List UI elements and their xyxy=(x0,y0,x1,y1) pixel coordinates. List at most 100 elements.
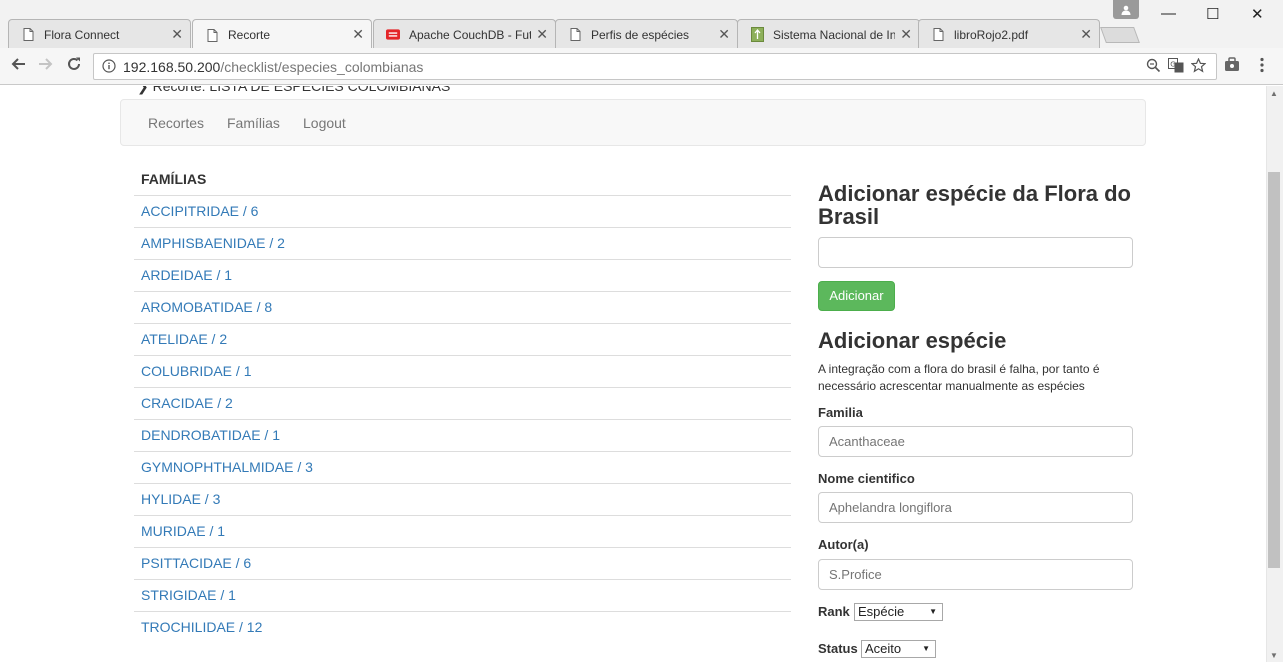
family-link[interactable]: PSITTACIDAE / 6 xyxy=(141,555,251,571)
autor-field[interactable] xyxy=(818,559,1133,590)
list-item: AMPHISBAENIDAE / 2 xyxy=(134,227,791,259)
page-content: ❯ Recorte: LISTA DE ESPÉCIES COLOMBIANAS… xyxy=(0,86,1266,662)
url-host: 192.168.50.200 xyxy=(123,59,221,75)
family-link[interactable]: MURIDAE / 1 xyxy=(141,523,225,539)
family-link[interactable]: AROMOBATIDAE / 8 xyxy=(141,299,272,315)
autor-label: Autor(a) xyxy=(818,537,869,552)
scroll-down-icon[interactable]: ▼ xyxy=(1270,651,1278,660)
nav-logout[interactable]: Logout xyxy=(303,115,346,131)
list-item: AROMOBATIDAE / 8 xyxy=(134,291,791,323)
tab-perfis[interactable]: Perfis de espécies ✕ xyxy=(555,19,738,49)
url-text: 192.168.50.200/checklist/especies_colomb… xyxy=(123,59,423,75)
rank-value: Espécie xyxy=(858,604,905,619)
address-bar[interactable]: 192.168.50.200/checklist/especies_colomb… xyxy=(93,53,1217,80)
close-tab-icon[interactable]: ✕ xyxy=(352,27,364,41)
flora-form-title: Adicionar espécie da Flora do Brasil xyxy=(818,181,1131,229)
family-link[interactable]: ATELIDAE / 2 xyxy=(141,331,227,347)
browser-toolbar: 192.168.50.200/checklist/especies_colomb… xyxy=(0,48,1283,85)
family-link[interactable]: STRIGIDAE / 1 xyxy=(141,587,236,603)
families-list: ACCIPITRIDAE / 6 AMPHISBAENIDAE / 2 ARDE… xyxy=(134,195,791,643)
maximize-icon[interactable]: ☐ xyxy=(1206,5,1219,23)
back-icon[interactable] xyxy=(10,56,26,75)
tab-sistema-nacional[interactable]: Sistema Nacional de In ✕ xyxy=(737,19,920,49)
close-tab-icon[interactable]: ✕ xyxy=(536,27,548,41)
flora-search-input[interactable] xyxy=(818,237,1133,268)
dropdown-arrow-icon: ▼ xyxy=(929,607,937,616)
family-link[interactable]: ACCIPITRIDAE / 6 xyxy=(141,203,258,219)
tab-title: Perfis de espécies xyxy=(591,27,690,42)
nome-label: Nome cientifico xyxy=(818,471,915,486)
tab-flora-connect[interactable]: Flora Connect ✕ xyxy=(8,19,191,49)
close-tab-icon[interactable]: ✕ xyxy=(718,27,730,41)
family-link[interactable]: CRACIDAE / 2 xyxy=(141,395,233,411)
bookmark-star-icon[interactable] xyxy=(1190,57,1207,76)
tab-title: Recorte xyxy=(228,28,271,42)
familia-field[interactable] xyxy=(818,426,1133,457)
zoom-icon[interactable] xyxy=(1146,58,1161,76)
tab-recorte[interactable]: Recorte ✕ xyxy=(192,19,372,50)
new-tab-button[interactable] xyxy=(1100,27,1140,43)
list-item: DENDROBATIDAE / 1 xyxy=(134,419,791,451)
navbar: Recortes Famílias Logout xyxy=(120,99,1146,146)
close-tab-icon[interactable]: ✕ xyxy=(1080,27,1092,41)
list-item: COLUBRIDAE / 1 xyxy=(134,355,791,387)
list-item: HYLIDAE / 3 xyxy=(134,483,791,515)
sinia-icon xyxy=(750,27,764,42)
reload-icon[interactable] xyxy=(66,56,82,75)
familia-label: Familia xyxy=(818,405,863,420)
status-select[interactable]: Aceito ▼ xyxy=(861,640,936,658)
list-item: CRACIDAE / 2 xyxy=(134,387,791,419)
close-window-icon[interactable]: ✕ xyxy=(1251,5,1264,23)
family-link[interactable]: TROCHILIDAE / 12 xyxy=(141,619,262,635)
status-value: Aceito xyxy=(865,641,902,656)
family-link[interactable]: HYLIDAE / 3 xyxy=(141,491,220,507)
tab-title: Sistema Nacional de In xyxy=(773,27,895,42)
info-icon[interactable] xyxy=(102,59,116,76)
tab-couchdb[interactable]: Apache CouchDB - Fut ✕ xyxy=(373,19,556,49)
list-item: ARDEIDAE / 1 xyxy=(134,259,791,291)
rank-label: Rank xyxy=(818,604,850,619)
family-link[interactable]: DENDROBATIDAE / 1 xyxy=(141,427,280,443)
rank-select[interactable]: Espécie ▼ xyxy=(854,603,943,621)
translate-icon[interactable]: G xyxy=(1168,58,1184,76)
close-tab-icon[interactable]: ✕ xyxy=(171,27,183,41)
nome-cientifico-field[interactable] xyxy=(818,492,1133,523)
url-path: /checklist/especies_colombianas xyxy=(220,59,424,75)
scrollbar-thumb[interactable] xyxy=(1268,172,1280,568)
page-heading-partial: ❯ Recorte: LISTA DE ESPÉCIES COLOMBIANAS xyxy=(137,86,451,94)
nav-familias[interactable]: Famílias xyxy=(227,115,280,131)
nav-recortes[interactable]: Recortes xyxy=(148,115,204,131)
family-link[interactable]: COLUBRIDAE / 1 xyxy=(141,363,251,379)
forward-icon[interactable] xyxy=(38,56,54,75)
tab-title: Apache CouchDB - Fut xyxy=(409,27,531,42)
family-link[interactable]: ARDEIDAE / 1 xyxy=(141,267,232,283)
extension-icon[interactable] xyxy=(1224,57,1240,78)
close-tab-icon[interactable]: ✕ xyxy=(900,27,912,41)
page-icon xyxy=(931,28,945,42)
list-item: TROCHILIDAE / 12 xyxy=(134,611,791,643)
page-icon xyxy=(205,28,219,42)
minimize-icon[interactable]: — xyxy=(1161,5,1176,22)
tab-title: Flora Connect xyxy=(44,27,120,42)
help-text: A integração com a flora do brasil é fal… xyxy=(818,362,1100,393)
tab-librorojo[interactable]: libroRojo2.pdf ✕ xyxy=(918,19,1100,49)
families-header: FAMÍLIAS xyxy=(141,171,207,187)
tab-title: libroRojo2.pdf xyxy=(954,27,1029,42)
manual-form-title: Adicionar espécie xyxy=(818,328,1007,353)
list-item: ACCIPITRIDAE / 6 xyxy=(134,195,791,227)
dropdown-arrow-icon: ▼ xyxy=(922,644,930,653)
page-icon xyxy=(21,28,35,42)
family-link[interactable]: AMPHISBAENIDAE / 2 xyxy=(141,235,285,251)
list-item: MURIDAE / 1 xyxy=(134,515,791,547)
list-item: GYMNOPHTHALMIDAE / 3 xyxy=(134,451,791,483)
scroll-up-icon[interactable]: ▲ xyxy=(1270,89,1278,98)
menu-icon[interactable] xyxy=(1259,57,1265,78)
add-button[interactable]: Adicionar xyxy=(818,281,895,311)
couchdb-icon xyxy=(386,28,400,42)
profile-icon[interactable] xyxy=(1113,0,1139,19)
svg-text:G: G xyxy=(1170,61,1175,69)
list-item: ATELIDAE / 2 xyxy=(134,323,791,355)
family-link[interactable]: GYMNOPHTHALMIDAE / 3 xyxy=(141,459,313,475)
list-item: STRIGIDAE / 1 xyxy=(134,579,791,611)
status-label: Status xyxy=(818,641,858,656)
